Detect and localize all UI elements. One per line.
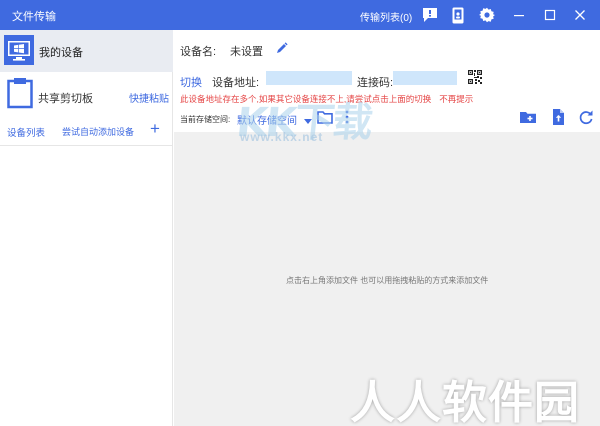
connection-code-label: 连接码: — [357, 77, 394, 89]
maximize-icon[interactable] — [540, 5, 560, 25]
add-file-icon[interactable] — [550, 109, 566, 125]
switch-address-link[interactable]: 切换 — [180, 74, 202, 90]
device-name-row: 设备名: 未设置 — [180, 42, 288, 59]
transfer-list-button[interactable]: 传输列表(0) — [360, 9, 412, 24]
address-label: 设备地址: — [212, 77, 260, 89]
address-value — [266, 71, 352, 85]
device-list-header: 设备列表 尝试自动添加设备 + — [0, 118, 173, 146]
watermark-brand: 人人软件园 — [350, 376, 581, 426]
add-device-button[interactable]: + — [150, 120, 160, 138]
sidebar-item-shared-clipboard[interactable]: 共享剪切板 快捷粘贴 — [0, 74, 173, 118]
watermark-url: www.kkx.net — [240, 130, 324, 144]
edit-icon[interactable] — [276, 42, 288, 54]
clipboard-icon — [7, 78, 33, 109]
device-name-label: 设备名: — [180, 46, 217, 58]
phone-icon[interactable] — [448, 5, 468, 25]
storage-label: 当前存储空间: — [180, 115, 231, 124]
device-name-value: 未设置 — [230, 46, 263, 58]
quick-paste-link[interactable]: 快捷粘贴 — [129, 90, 169, 105]
sidebar: 我的设备 共享剪切板 快捷粘贴 设备列表 尝试自动添加设备 + — [0, 30, 173, 426]
empty-hint: 点击右上角添加文件 也可以用拖拽粘贴的方式来添加文件 — [286, 276, 489, 285]
sidebar-item-label: 我的设备 — [39, 47, 83, 59]
refresh-icon[interactable] — [578, 109, 594, 125]
minimize-icon[interactable] — [509, 5, 529, 25]
close-icon[interactable] — [570, 5, 590, 25]
monitor-icon — [4, 35, 34, 65]
add-folder-icon[interactable] — [520, 109, 536, 125]
qr-code-icon[interactable] — [468, 70, 482, 84]
settings-icon[interactable] — [477, 5, 497, 25]
sidebar-item-label: 共享剪切板 — [38, 93, 93, 105]
message-icon[interactable] — [420, 5, 440, 25]
connection-code-value — [393, 71, 457, 85]
title-bar: 文件传输 传输列表(0) — [0, 0, 600, 30]
dont-show-again-link[interactable]: 不再提示 — [439, 94, 473, 104]
app-title: 文件传输 — [12, 11, 56, 23]
auto-add-device-link[interactable]: 尝试自动添加设备 — [62, 125, 134, 138]
device-list-label: 设备列表 — [7, 128, 46, 139]
sidebar-item-my-device[interactable]: 我的设备 — [0, 30, 173, 72]
